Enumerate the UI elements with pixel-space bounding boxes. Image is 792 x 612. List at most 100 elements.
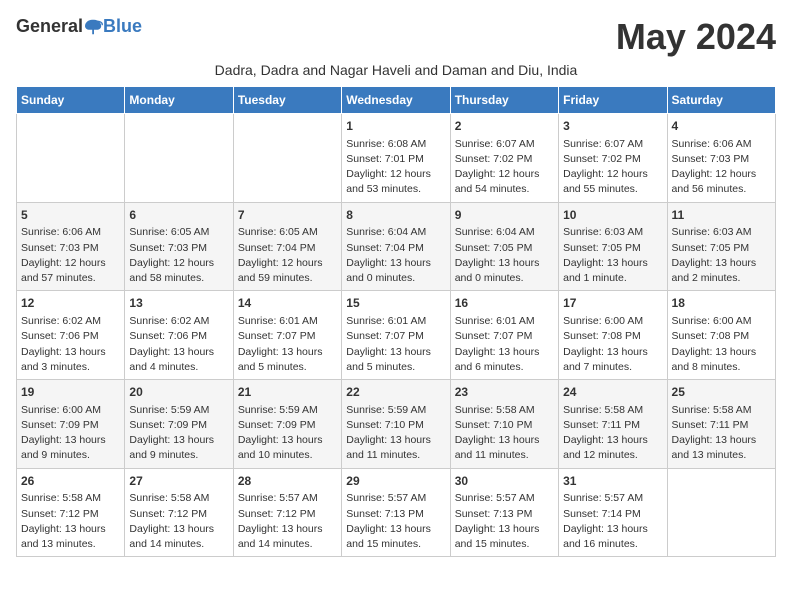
day-info: Sunrise: 5:59 AM Sunset: 7:10 PM Dayligh… [346, 403, 445, 464]
day-info: Sunrise: 6:04 AM Sunset: 7:05 PM Dayligh… [455, 225, 554, 286]
calendar-cell: 19 Sunrise: 6:00 AM Sunset: 7:09 PM Dayli… [17, 380, 125, 469]
calendar-cell: 20 Sunrise: 5:59 AM Sunset: 7:09 PM Dayli… [125, 380, 233, 469]
calendar-cell: 28Sunrise: 5:57 AM Sunset: 7:12 PM Dayli… [233, 468, 341, 557]
calendar-cell: 21 Sunrise: 5:59 AM Sunset: 7:09 PM Dayli… [233, 380, 341, 469]
weekday-header-sunday: Sunday [17, 87, 125, 114]
day-info: Sunrise: 5:58 AM Sunset: 7:11 PM Dayligh… [563, 403, 662, 464]
calendar-cell: 14 Sunrise: 6:01 AM Sunset: 7:07 PM Dayli… [233, 291, 341, 380]
calendar-cell: 6Sunrise: 6:05 AM Sunset: 7:03 PM Daylig… [125, 202, 233, 291]
calendar-cell: 15 Sunrise: 6:01 AM Sunset: 7:07 PM Dayli… [342, 291, 450, 380]
day-number: 13 [129, 295, 228, 312]
day-number: 11 [672, 207, 771, 224]
day-info: Sunrise: 5:57 AM Sunset: 7:14 PM Dayligh… [563, 491, 662, 552]
logo-bird-icon [85, 18, 103, 36]
calendar-cell: 31Sunrise: 5:57 AM Sunset: 7:14 PM Dayli… [559, 468, 667, 557]
day-info: Sunrise: 6:01 AM Sunset: 7:07 PM Dayligh… [238, 314, 337, 375]
calendar-cell: 3 Sunrise: 6:07 AM Sunset: 7:02 PM Daylig… [559, 114, 667, 203]
day-info: Sunrise: 6:00 AM Sunset: 7:08 PM Dayligh… [563, 314, 662, 375]
calendar-cell [667, 468, 775, 557]
weekday-header-row: SundayMondayTuesdayWednesdayThursdayFrid… [17, 87, 776, 114]
day-number: 12 [21, 295, 120, 312]
calendar-cell: 27Sunrise: 5:58 AM Sunset: 7:12 PM Dayli… [125, 468, 233, 557]
day-info: Sunrise: 5:57 AM Sunset: 7:13 PM Dayligh… [455, 491, 554, 552]
calendar-cell: 22 Sunrise: 5:59 AM Sunset: 7:10 PM Dayli… [342, 380, 450, 469]
day-number: 6 [129, 207, 228, 224]
weekday-header-wednesday: Wednesday [342, 87, 450, 114]
day-number: 5 [21, 207, 120, 224]
calendar-week-row: 12 Sunrise: 6:02 AM Sunset: 7:06 PM Dayli… [17, 291, 776, 380]
day-number: 23 [455, 384, 554, 401]
day-number: 31 [563, 473, 662, 490]
day-number: 8 [346, 207, 445, 224]
day-number: 24 [563, 384, 662, 401]
logo: General Blue [16, 16, 142, 37]
day-info: Sunrise: 5:58 AM Sunset: 7:12 PM Dayligh… [21, 491, 120, 552]
day-info: Sunrise: 6:07 AM Sunset: 7:02 PM Dayligh… [563, 137, 662, 198]
day-info: Sunrise: 6:04 AM Sunset: 7:04 PM Dayligh… [346, 225, 445, 286]
day-info: Sunrise: 5:59 AM Sunset: 7:09 PM Dayligh… [129, 403, 228, 464]
weekday-header-friday: Friday [559, 87, 667, 114]
calendar-cell: 8Sunrise: 6:04 AM Sunset: 7:04 PM Daylig… [342, 202, 450, 291]
calendar-cell: 2Sunrise: 6:07 AM Sunset: 7:02 PM Daylig… [450, 114, 558, 203]
day-number: 15 [346, 295, 445, 312]
calendar-week-row: 5Sunrise: 6:06 AM Sunset: 7:03 PM Daylig… [17, 202, 776, 291]
calendar-cell: 1 Sunrise: 6:08 AM Sunset: 7:01 PM Daylig… [342, 114, 450, 203]
day-number: 9 [455, 207, 554, 224]
page-header: General Blue May 2024 [16, 16, 776, 58]
day-info: Sunrise: 5:58 AM Sunset: 7:10 PM Dayligh… [455, 403, 554, 464]
calendar-table: SundayMondayTuesdayWednesdayThursdayFrid… [16, 86, 776, 557]
day-number: 16 [455, 295, 554, 312]
day-info: Sunrise: 6:05 AM Sunset: 7:03 PM Dayligh… [129, 225, 228, 286]
day-number: 10 [563, 207, 662, 224]
day-number: 18 [672, 295, 771, 312]
calendar-cell: 13 Sunrise: 6:02 AM Sunset: 7:06 PM Dayli… [125, 291, 233, 380]
day-info: Sunrise: 5:57 AM Sunset: 7:12 PM Dayligh… [238, 491, 337, 552]
calendar-week-row: 19 Sunrise: 6:00 AM Sunset: 7:09 PM Dayli… [17, 380, 776, 469]
day-number: 7 [238, 207, 337, 224]
calendar-week-row: 1 Sunrise: 6:08 AM Sunset: 7:01 PM Daylig… [17, 114, 776, 203]
weekday-header-thursday: Thursday [450, 87, 558, 114]
calendar-cell: 16Sunrise: 6:01 AM Sunset: 7:07 PM Dayli… [450, 291, 558, 380]
day-info: Sunrise: 5:58 AM Sunset: 7:12 PM Dayligh… [129, 491, 228, 552]
calendar-cell: 4Sunrise: 6:06 AM Sunset: 7:03 PM Daylig… [667, 114, 775, 203]
day-number: 29 [346, 473, 445, 490]
calendar-cell: 30Sunrise: 5:57 AM Sunset: 7:13 PM Dayli… [450, 468, 558, 557]
day-info: Sunrise: 6:00 AM Sunset: 7:08 PM Dayligh… [672, 314, 771, 375]
day-number: 1 [346, 118, 445, 135]
day-number: 4 [672, 118, 771, 135]
day-number: 20 [129, 384, 228, 401]
day-info: Sunrise: 6:08 AM Sunset: 7:01 PM Dayligh… [346, 137, 445, 198]
weekday-header-tuesday: Tuesday [233, 87, 341, 114]
day-number: 21 [238, 384, 337, 401]
day-info: Sunrise: 6:06 AM Sunset: 7:03 PM Dayligh… [21, 225, 120, 286]
day-number: 25 [672, 384, 771, 401]
day-info: Sunrise: 6:02 AM Sunset: 7:06 PM Dayligh… [21, 314, 120, 375]
calendar-cell: 9Sunrise: 6:04 AM Sunset: 7:05 PM Daylig… [450, 202, 558, 291]
calendar-cell: 29Sunrise: 5:57 AM Sunset: 7:13 PM Dayli… [342, 468, 450, 557]
day-info: Sunrise: 5:59 AM Sunset: 7:09 PM Dayligh… [238, 403, 337, 464]
calendar-week-row: 26Sunrise: 5:58 AM Sunset: 7:12 PM Dayli… [17, 468, 776, 557]
calendar-cell: 17 Sunrise: 6:00 AM Sunset: 7:08 PM Dayli… [559, 291, 667, 380]
day-info: Sunrise: 6:05 AM Sunset: 7:04 PM Dayligh… [238, 225, 337, 286]
month-title: May 2024 [616, 16, 776, 58]
day-number: 14 [238, 295, 337, 312]
day-number: 22 [346, 384, 445, 401]
calendar-cell [233, 114, 341, 203]
day-number: 26 [21, 473, 120, 490]
weekday-header-saturday: Saturday [667, 87, 775, 114]
day-info: Sunrise: 6:01 AM Sunset: 7:07 PM Dayligh… [346, 314, 445, 375]
day-info: Sunrise: 6:02 AM Sunset: 7:06 PM Dayligh… [129, 314, 228, 375]
weekday-header-monday: Monday [125, 87, 233, 114]
day-number: 28 [238, 473, 337, 490]
day-info: Sunrise: 6:00 AM Sunset: 7:09 PM Dayligh… [21, 403, 120, 464]
day-info: Sunrise: 6:07 AM Sunset: 7:02 PM Dayligh… [455, 137, 554, 198]
day-number: 17 [563, 295, 662, 312]
day-number: 27 [129, 473, 228, 490]
day-number: 3 [563, 118, 662, 135]
day-number: 30 [455, 473, 554, 490]
day-number: 19 [21, 384, 120, 401]
day-info: Sunrise: 6:03 AM Sunset: 7:05 PM Dayligh… [672, 225, 771, 286]
day-info: Sunrise: 5:58 AM Sunset: 7:11 PM Dayligh… [672, 403, 771, 464]
logo-general-text: General [16, 16, 83, 37]
calendar-cell: 10Sunrise: 6:03 AM Sunset: 7:05 PM Dayli… [559, 202, 667, 291]
